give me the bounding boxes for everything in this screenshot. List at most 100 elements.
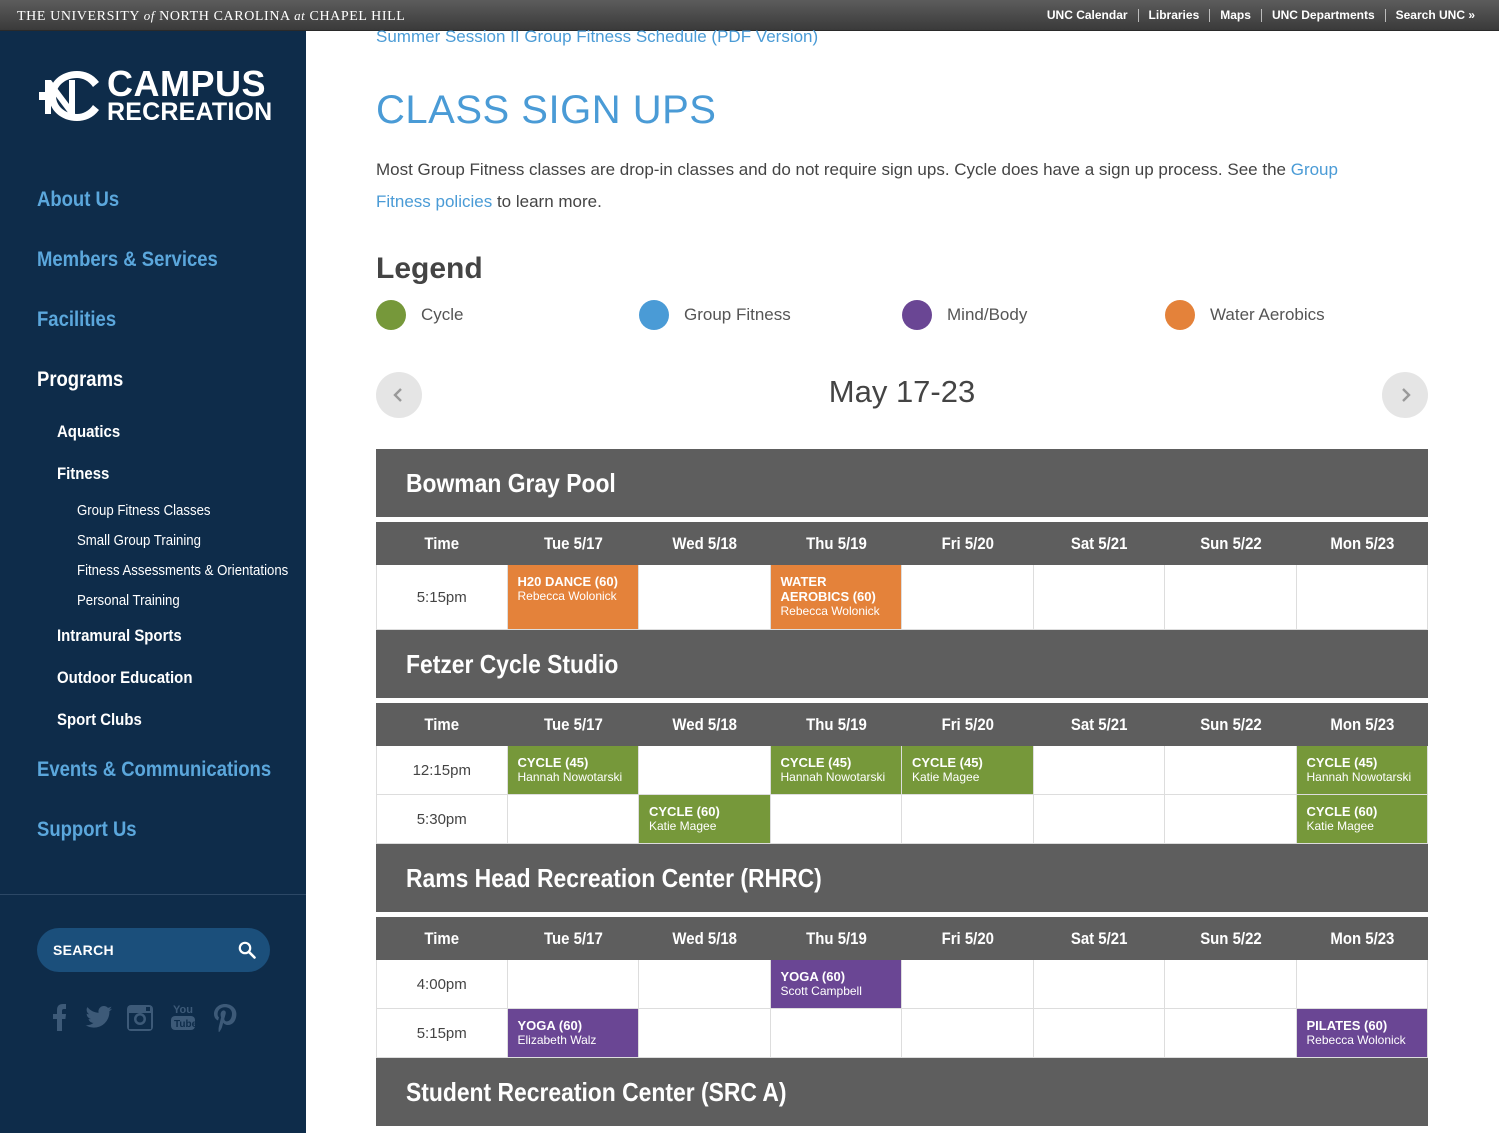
day-header-label: Time [424,534,460,553]
unc-wordmark[interactable]: THE UNIVERSITY of NORTH CAROLINA at CHAP… [17,8,405,25]
day-header-label: Tue 5/17 [543,715,603,734]
pdf-schedule-link[interactable]: Summer Session II Group Fitness Schedule… [376,27,818,47]
day-header-label: Time [424,715,460,734]
nav-sport-clubs[interactable]: Sport Clubs [57,710,142,730]
legend-label: Group Fitness [684,305,791,324]
day-header: Thu 5/19 [771,522,903,566]
unc-departments-link[interactable]: UNC Departments [1262,9,1386,22]
legend-item-cycle: Cycle [376,300,464,330]
logo-text-recreation: RECREATION [107,98,273,126]
nav-intramural-sports[interactable]: Intramural Sports [57,626,182,646]
search-icon[interactable] [238,941,256,959]
previous-week-button[interactable] [376,372,422,418]
legend-title: Legend [376,252,483,285]
class-block[interactable]: CYCLE (45) Katie Magee [902,746,1033,794]
schedule-cell [902,565,1034,630]
class-block[interactable]: PILATES (60) Rebecca Wolonick [1296,1009,1427,1057]
schedule-row: 5:30pm CYCLE (60) Katie Magee CYCLE (60) Kat… [376,795,1428,844]
location-name: Fetzer Cycle Studio [406,649,619,679]
day-header: Mon 5/23 [1297,917,1429,961]
schedule-cell [1165,565,1297,630]
instagram-icon[interactable] [125,1001,155,1033]
location-name: Student Recreation Center (SRC A) [406,1077,787,1107]
youtube-icon[interactable]: You Tube [168,1001,198,1033]
class-block[interactable]: CYCLE (45) Hannah Nowotarski [1296,746,1427,794]
day-header: Sat 5/21 [1034,522,1166,566]
facebook-icon[interactable] [45,1001,75,1033]
nav-personal-training[interactable]: Personal Training [77,592,180,609]
nav-group-fitness-classes[interactable]: Group Fitness Classes [77,502,211,519]
class-block[interactable]: H20 DANCE (60) Rebecca Wolonick [507,565,638,629]
next-week-button[interactable] [1382,372,1428,418]
nav-aquatics[interactable]: Aquatics [57,422,120,442]
nav-outdoor-education[interactable]: Outdoor Education [57,668,192,688]
schedule-cell: CYCLE (60) Katie Magee [1296,795,1428,844]
sidebar-divider [0,894,306,895]
day-header: Fri 5/20 [902,703,1034,747]
schedule-cell [639,960,771,1009]
schedule-cell [507,960,639,1009]
nav-events-communications[interactable]: Events & Communications [37,758,271,782]
class-block[interactable]: YOGA (60) Elizabeth Walz [507,1009,638,1057]
day-header-label: Tue 5/17 [543,534,603,553]
schedule-cell: CYCLE (45) Hannah Nowotarski [1296,746,1428,795]
day-header: Wed 5/18 [639,703,771,747]
nav-facilities[interactable]: Facilities [37,308,116,332]
day-header: Tue 5/17 [508,703,640,747]
legend-label: Water Aerobics [1210,305,1325,324]
class-instructor: Katie Magee [649,819,717,833]
unc-title-part: CHAPEL HILL [309,9,406,24]
nav-small-group-training[interactable]: Small Group Training [77,532,201,549]
day-header-label: Mon 5/23 [1330,929,1395,948]
class-name: WATER AEROBICS (60) [780,574,876,604]
day-header: Sat 5/21 [1034,917,1166,961]
logo-text-campus: CAMPUS [107,63,267,104]
unc-calendar-link[interactable]: UNC Calendar [1037,9,1139,22]
class-block[interactable]: CYCLE (45) Hannah Nowotarski [770,746,901,794]
class-block[interactable]: CYCLE (60) Katie Magee [1296,795,1427,843]
schedule-cell: CYCLE (45) Hannah Nowotarski [770,746,902,795]
nav-fitness-assessments[interactable]: Fitness Assessments & Orientations [77,562,288,579]
day-header-row: Time Tue 5/17 Wed 5/18 Thu 5/19 Fri 5/20 Sat … [376,916,1428,960]
schedule-cell [639,565,771,630]
class-block[interactable]: CYCLE (45) Hannah Nowotarski [507,746,638,794]
day-header-label: Wed 5/18 [672,715,738,734]
day-header-label: Sun 5/22 [1199,715,1262,734]
svg-text:Tube: Tube [174,1019,198,1030]
intro-paragraph: Most Group Fitness classes are drop-in c… [376,154,1386,218]
class-instructor: Katie Magee [912,770,980,784]
nav-members-services[interactable]: Members & Services [37,248,218,272]
campus-recreation-logo[interactable]: CAMPUS RECREATION [37,66,272,128]
schedule-cell [1165,746,1297,795]
day-header: Sun 5/22 [1165,917,1297,961]
class-block[interactable]: CYCLE (60) Katie Magee [639,795,770,843]
legend-item-group-fitness: Group Fitness [639,300,791,330]
twitter-icon[interactable] [84,1001,114,1033]
unc-title-part: NORTH CAROLINA [159,9,290,24]
class-block[interactable]: YOGA (60) Scott Campbell [770,960,901,1008]
libraries-link[interactable]: Libraries [1139,9,1211,22]
nav-fitness[interactable]: Fitness [57,464,109,484]
schedule-cell: CYCLE (60) Katie Magee [639,795,771,844]
intro-text: Most Group Fitness classes are drop-in c… [376,160,1291,179]
class-block[interactable]: WATER AEROBICS (60) Rebecca Wolonick [770,565,901,629]
schedule-cell [902,1009,1034,1058]
search-unc-link[interactable]: Search UNC » [1386,9,1475,22]
day-header-label: Mon 5/23 [1330,534,1395,553]
location-header: Rams Head Recreation Center (RHRC) [376,844,1428,916]
class-name: YOGA (60) [517,1018,583,1033]
search-input[interactable] [37,928,227,972]
pinterest-icon[interactable] [210,1001,240,1033]
day-header-label: Thu 5/19 [805,715,867,734]
nav-programs[interactable]: Programs [37,368,123,392]
maps-link[interactable]: Maps [1210,9,1262,22]
day-header: Tue 5/17 [508,917,640,961]
time-cell: 5:15pm [376,1009,508,1058]
class-name: CYCLE (45) [517,755,589,770]
nav-about-us[interactable]: About Us [37,188,119,212]
day-header-label: Thu 5/19 [805,534,867,553]
nav-support-us[interactable]: Support Us [37,818,137,842]
schedule-cell [1033,960,1165,1009]
legend-label: Cycle [421,305,464,324]
day-header-label: Fri 5/20 [941,715,994,734]
